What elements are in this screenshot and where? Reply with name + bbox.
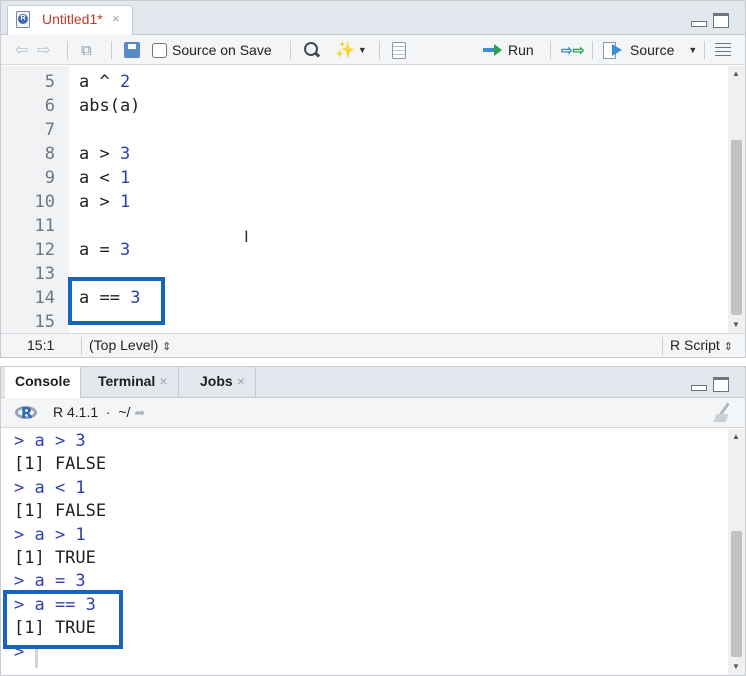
code-line: 11	[1, 214, 728, 238]
console-line: > a > 1	[14, 525, 86, 545]
code-text: a < 1	[79, 168, 131, 188]
console-line: > a > 3	[14, 431, 86, 451]
r-version-label: R 4.1.1 · ~/ ➦	[53, 404, 146, 420]
console-tabbar: Console Terminal × Jobs ×	[1, 367, 745, 398]
console-line: > a < 1	[14, 478, 86, 498]
maximize-pane-icon[interactable]	[713, 13, 729, 28]
code-line: 6 abs(a)	[1, 94, 728, 118]
r-logo-icon: R	[15, 404, 39, 422]
code-text: a > 3	[79, 144, 131, 164]
code-line: 10 a > 1	[1, 190, 728, 214]
pane-window-controls	[691, 377, 733, 393]
line-number: 13	[34, 264, 55, 284]
console-scroll-thumb[interactable]	[731, 531, 742, 657]
search-icon[interactable]	[303, 35, 321, 65]
tab-console[interactable]: Console	[5, 367, 82, 398]
highlight-box-console	[3, 590, 123, 649]
updown-icon: ⇕	[723, 341, 733, 353]
code-line: 12 a = 3	[1, 238, 728, 262]
scroll-down-icon[interactable]: ▼	[732, 320, 740, 329]
code-tools-wand-icon[interactable]: ✨ ▼	[335, 35, 367, 65]
go-to-dir-arrow-icon[interactable]: ➦	[134, 405, 145, 420]
clear-console-broom-icon[interactable]	[713, 402, 735, 424]
source-button[interactable]: Source ▼	[603, 35, 697, 65]
tab-terminal[interactable]: Terminal ×	[88, 367, 179, 397]
tab-untitled1[interactable]: R Untitled1* ×	[7, 5, 133, 36]
code-line: 9 a < 1	[1, 166, 728, 190]
file-type-selector[interactable]: R Script ⇕	[670, 337, 733, 353]
code-line: 5 a ^ 2	[1, 70, 728, 94]
tab-label: Jobs	[200, 373, 233, 389]
line-number: 11	[34, 216, 55, 236]
code-text: a ^ 2	[79, 72, 131, 92]
rerun-button[interactable]: ⇨⇨	[561, 35, 584, 65]
line-number: 9	[44, 168, 55, 188]
run-button[interactable]: Run	[483, 35, 534, 65]
r-file-icon: R	[16, 11, 30, 28]
text-cursor-ibeam-icon: I	[244, 227, 249, 246]
source-label: Source	[630, 42, 675, 58]
scope-selector[interactable]: (Top Level) ⇕	[89, 337, 171, 353]
line-number: 6	[44, 96, 55, 116]
outline-icon[interactable]	[715, 35, 731, 65]
source-on-save-checkbox[interactable]	[152, 42, 167, 58]
minimize-pane-icon[interactable]	[691, 385, 707, 391]
compile-notebook-icon[interactable]	[392, 35, 406, 65]
forward-arrow-icon[interactable]: ⇨	[37, 35, 50, 65]
console-pane: Console Terminal × Jobs × R R 4.1.1 · ~/ ➦…	[0, 366, 746, 676]
line-number: 14	[34, 288, 55, 308]
close-icon[interactable]: ×	[237, 373, 245, 389]
run-label: Run	[508, 42, 534, 58]
console-line: [1] FALSE	[14, 454, 107, 474]
source-editor-pane: R Untitled1* × ⇦ ⇨ ⧉ Source on Save ✨ ▼ R…	[0, 0, 746, 358]
tab-label: Terminal	[98, 373, 156, 389]
source-on-save-label: Source on Save	[172, 42, 272, 58]
console-line: [1] TRUE	[14, 548, 96, 568]
tab-close-icon[interactable]: ×	[112, 11, 120, 26]
highlight-box-editor	[68, 277, 165, 325]
console-line: [1] FALSE	[14, 501, 107, 521]
code-text: a > 1	[79, 192, 131, 212]
line-number: 8	[44, 144, 55, 164]
editor-scroll-thumb[interactable]	[731, 140, 742, 315]
line-number: 10	[34, 192, 55, 212]
rerun-icon: ⇨⇨	[561, 41, 585, 58]
scroll-up-icon[interactable]: ▲	[732, 432, 740, 441]
editor-toolbar: ⇦ ⇨ ⧉ Source on Save ✨ ▼ Run ⇨⇨ Source ▼	[1, 35, 745, 65]
scope-label: (Top Level)	[89, 337, 159, 353]
show-in-window-icon[interactable]: ⧉	[81, 35, 92, 65]
console-scrollbar[interactable]: ▲ ▼	[728, 429, 745, 675]
tab-jobs[interactable]: Jobs ×	[190, 367, 256, 397]
updown-icon: ⇕	[162, 341, 172, 353]
line-number: 5	[44, 72, 55, 92]
line-number: 7	[44, 120, 55, 140]
run-icon	[483, 44, 503, 56]
editor-tabbar: R Untitled1* ×	[1, 1, 745, 36]
tab-title: Untitled1*	[42, 11, 103, 27]
pane-window-controls	[691, 13, 733, 29]
maximize-pane-icon[interactable]	[713, 377, 729, 392]
code-text: a = 3	[79, 240, 131, 260]
line-number: 12	[34, 240, 55, 260]
editor-scrollbar[interactable]: ▲ ▼	[728, 66, 745, 333]
code-line: 7	[1, 118, 728, 142]
code-text: abs(a)	[79, 96, 141, 116]
console-info-bar: R R 4.1.1 · ~/ ➦	[1, 398, 745, 428]
line-number: 15	[34, 312, 55, 332]
input-caret	[35, 648, 38, 668]
source-on-save-toggle[interactable]: Source on Save	[152, 35, 272, 65]
scroll-down-icon[interactable]: ▼	[732, 662, 740, 671]
minimize-pane-icon[interactable]	[691, 21, 707, 27]
close-icon[interactable]: ×	[159, 373, 167, 389]
tab-label: Console	[15, 373, 71, 389]
back-arrow-icon[interactable]: ⇦	[15, 35, 28, 65]
code-line: 8 a > 3	[1, 142, 728, 166]
cursor-position: 15:1	[27, 337, 55, 353]
scroll-up-icon[interactable]: ▲	[732, 69, 740, 78]
save-icon[interactable]	[124, 35, 140, 65]
source-icon	[603, 42, 625, 59]
file-type-label: R Script	[670, 337, 720, 353]
editor-statusbar: 15:1 (Top Level) ⇕ R Script ⇕	[1, 333, 745, 357]
